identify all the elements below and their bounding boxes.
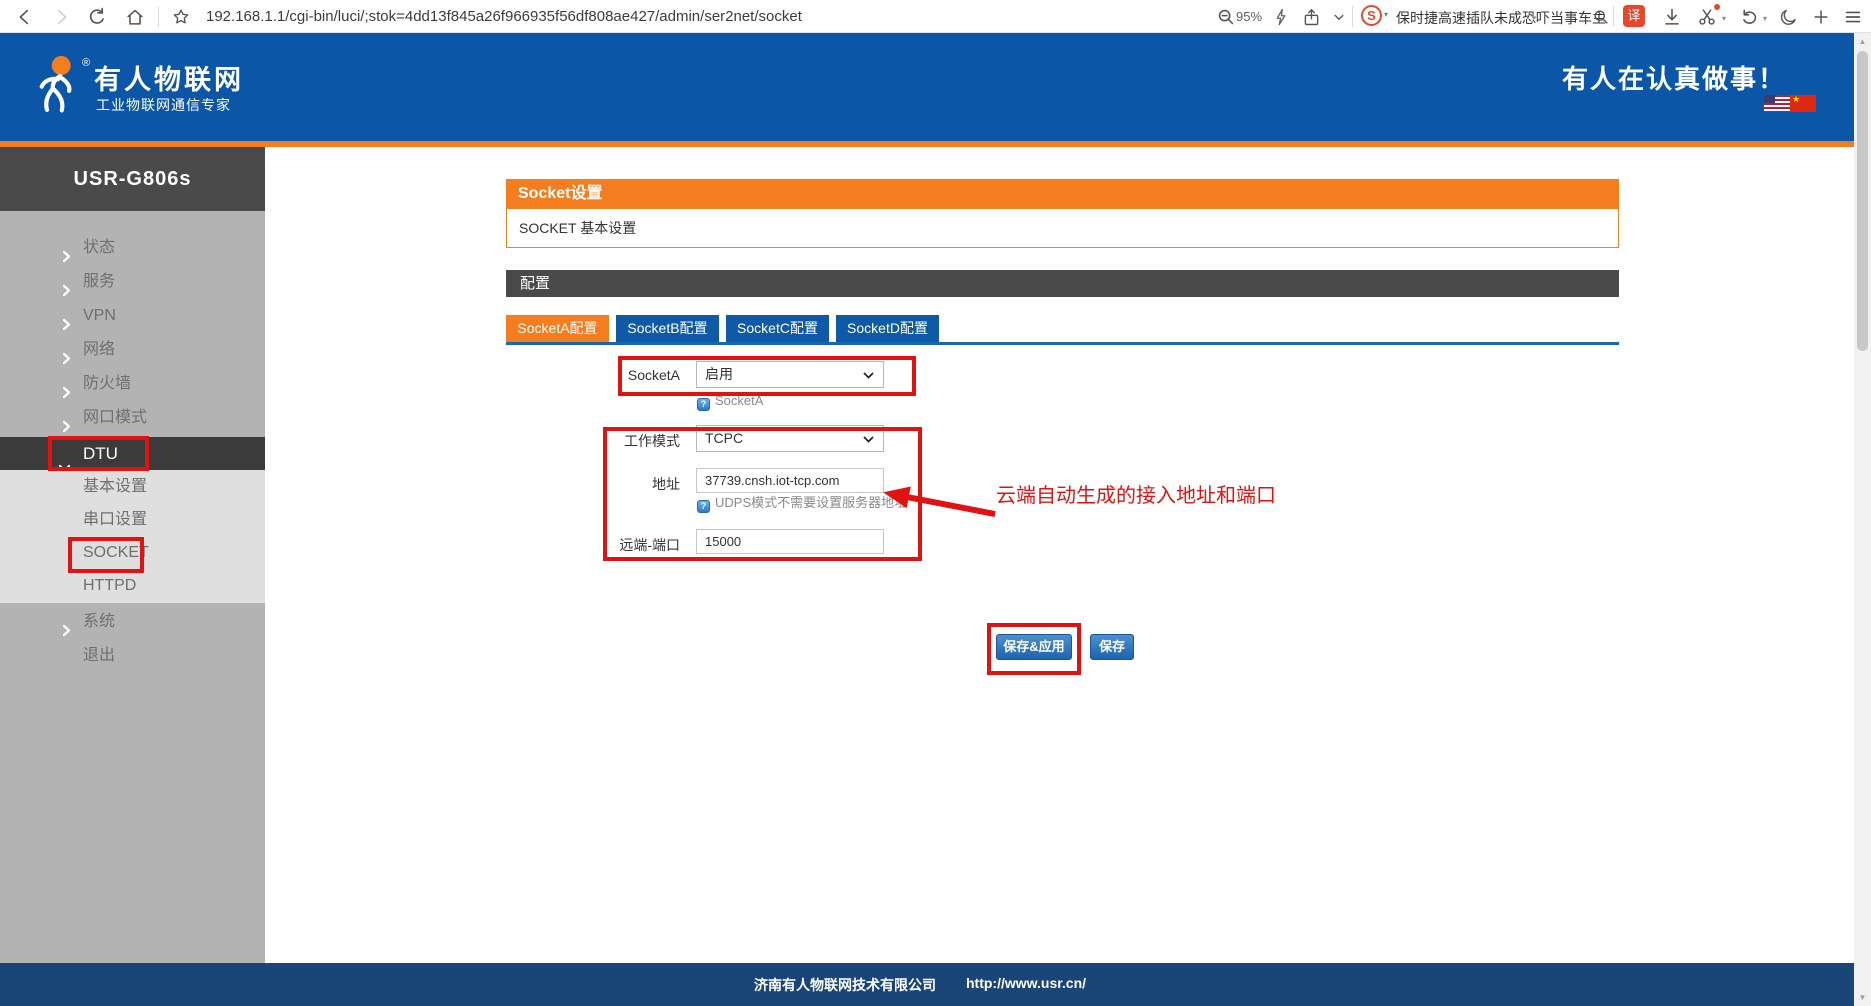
us-flag-icon[interactable]	[1764, 95, 1790, 112]
forward-icon[interactable]	[48, 4, 74, 30]
scissors-dropdown-caret[interactable]: ▾	[1722, 14, 1726, 23]
sidebar-item-httpd[interactable]: HTTPD	[0, 569, 265, 602]
sidebar-menu: 状态 服务 VPN 网络 防火墙 网口模式	[0, 231, 265, 435]
socketa-label: SocketA	[540, 367, 680, 383]
sidebar-item-dtu[interactable]: DTU	[0, 437, 265, 471]
night-mode-moon-icon[interactable]	[1775, 4, 1801, 30]
sogou-dropdown-caret[interactable]: ▾	[1384, 10, 1388, 19]
scrollbar-thumb[interactable]	[1857, 51, 1868, 351]
remote-port-input[interactable]	[696, 529, 884, 554]
flash-icon[interactable]	[1268, 4, 1294, 30]
zoom-level-label: 95%	[1236, 9, 1262, 24]
sidebar-menu-bottom: 系统 退出	[0, 605, 265, 673]
toolbar-divider	[1352, 6, 1353, 27]
select-chevron-icon	[863, 436, 874, 443]
tab-socket-d[interactable]: SocketD配置	[836, 315, 939, 342]
search-suggestion-text[interactable]: 保时捷高速插队未成恐吓当事车主	[1396, 8, 1606, 28]
translate-icon[interactable]: 译	[1623, 5, 1645, 27]
chevron-down-icon[interactable]	[1326, 4, 1352, 30]
sidebar-item-label: 网口模式	[83, 409, 147, 426]
work-mode-label: 工作模式	[540, 431, 680, 451]
menu-icon[interactable]	[1840, 4, 1866, 30]
sidebar-item-label: DTU	[83, 444, 118, 463]
address-bar[interactable]: 192.168.1.1/cgi-bin/luci/;stok=4dd13f845…	[206, 8, 802, 25]
select-chevron-icon	[863, 372, 874, 379]
sidebar-item-network[interactable]: 网络	[0, 333, 265, 367]
toolbar-divider	[1613, 6, 1614, 27]
share-icon[interactable]	[1298, 4, 1324, 30]
scissors-badge	[1714, 4, 1720, 10]
tab-underline	[506, 342, 1619, 345]
back-icon[interactable]	[12, 4, 38, 30]
cn-flag-icon[interactable]: ★	[1790, 95, 1816, 112]
sogou-logo-icon[interactable]: S	[1361, 5, 1382, 26]
sidebar-item-port-mode[interactable]: 网口模式	[0, 401, 265, 435]
sidebar-item-label: 防火墙	[83, 375, 131, 392]
browser-toolbar: 192.168.1.1/cgi-bin/luci/;stok=4dd13f845…	[0, 0, 1871, 33]
device-name: USR-G806s	[0, 147, 265, 211]
sidebar-item-basic-settings[interactable]: 基本设置	[0, 470, 265, 503]
help-icon: ?	[697, 398, 710, 411]
sidebar-item-services[interactable]: 服务	[0, 265, 265, 299]
sidebar-item-label: 状态	[83, 239, 115, 256]
refresh-icon[interactable]	[84, 4, 110, 30]
save-button[interactable]: 保存	[1090, 634, 1134, 660]
page-scrollbar[interactable]: ▲ ▼	[1854, 33, 1871, 1006]
home-icon[interactable]	[122, 4, 148, 30]
sidebar-item-label: 服务	[83, 273, 115, 290]
brand-slogan: 工业物联网通信专家	[96, 95, 231, 115]
brand-name: 有人物联网	[94, 58, 244, 97]
help-icon: ?	[697, 500, 710, 513]
config-section-title: 配置	[506, 270, 1619, 297]
sidebar-item-vpn[interactable]: VPN	[0, 299, 265, 333]
sidebar-item-label: 网络	[83, 341, 115, 358]
sidebar-item-serial-settings[interactable]: 串口设置	[0, 503, 265, 536]
tab-socket-b[interactable]: SocketB配置	[616, 315, 719, 342]
save-apply-button[interactable]: 保存&应用	[996, 634, 1072, 660]
sidebar-item-socket[interactable]: SOCKET	[0, 536, 265, 569]
language-switcher: ★	[1764, 95, 1816, 112]
sidebar-item-label: 退出	[83, 647, 115, 664]
new-tab-plus-icon[interactable]	[1808, 4, 1834, 30]
page-title: Socket设置	[506, 179, 1619, 208]
sidebar-item-label: 系统	[83, 613, 115, 630]
sidebar: USR-G806s 状态 服务 VPN 网络 防火墙	[0, 147, 265, 963]
undo-dropdown-caret[interactable]: ▾	[1763, 14, 1767, 23]
remote-port-label: 远端-端口	[540, 535, 680, 555]
sidebar-item-system[interactable]: 系统	[0, 605, 265, 639]
accent-divider	[0, 141, 1854, 147]
page-subtitle: SOCKET 基本设置	[506, 208, 1619, 248]
toolbar-divider	[158, 6, 159, 27]
undo-icon[interactable]	[1736, 4, 1762, 30]
download-icon[interactable]	[1659, 4, 1685, 30]
bookmark-star-icon[interactable]	[168, 4, 194, 30]
sidebar-item-label: VPN	[83, 307, 116, 324]
socketa-help: ?SocketA	[697, 394, 763, 411]
tab-socket-a[interactable]: SocketA配置	[506, 315, 609, 342]
scroll-up-icon[interactable]: ▲	[1854, 37, 1871, 46]
socketa-select[interactable]: 启用	[696, 361, 884, 388]
footer-url-link[interactable]: http://www.usr.cn/	[966, 975, 1086, 995]
screen: 192.168.1.1/cgi-bin/luci/;stok=4dd13f845…	[0, 0, 1871, 1006]
scroll-down-icon[interactable]: ▼	[1854, 993, 1871, 1002]
registered-mark: ®	[82, 57, 90, 69]
socket-tabs: SocketA配置 SocketB配置 SocketC配置 SocketD配置	[506, 315, 939, 342]
sidebar-item-logout[interactable]: 退出	[0, 639, 265, 673]
footer: 济南有人物联网技术有限公司 http://www.usr.cn/	[0, 963, 1854, 1006]
address-help: ?UDPS模式不需要设置服务器地址	[697, 496, 907, 513]
work-mode-select[interactable]: TCPC	[696, 425, 884, 452]
header-tagline: 有人在认真做事！	[1562, 59, 1786, 96]
address-input[interactable]	[696, 468, 884, 493]
sidebar-item-firewall[interactable]: 防火墙	[0, 367, 265, 401]
search-icon[interactable]	[1588, 4, 1614, 30]
sidebar-item-status[interactable]: 状态	[0, 231, 265, 265]
dtu-submenu: 基本设置 串口设置 SOCKET HTTPD	[0, 470, 265, 603]
annotation-text: 云端自动生成的接入地址和端口	[996, 479, 1276, 508]
address-label: 地址	[540, 474, 680, 494]
usr-logo-icon	[32, 55, 82, 118]
brand-header: ® 有人物联网 工业物联网通信专家 有人在认真做事！ ★	[0, 33, 1854, 141]
tab-socket-c[interactable]: SocketC配置	[726, 315, 829, 342]
footer-company: 济南有人物联网技术有限公司	[754, 975, 936, 995]
